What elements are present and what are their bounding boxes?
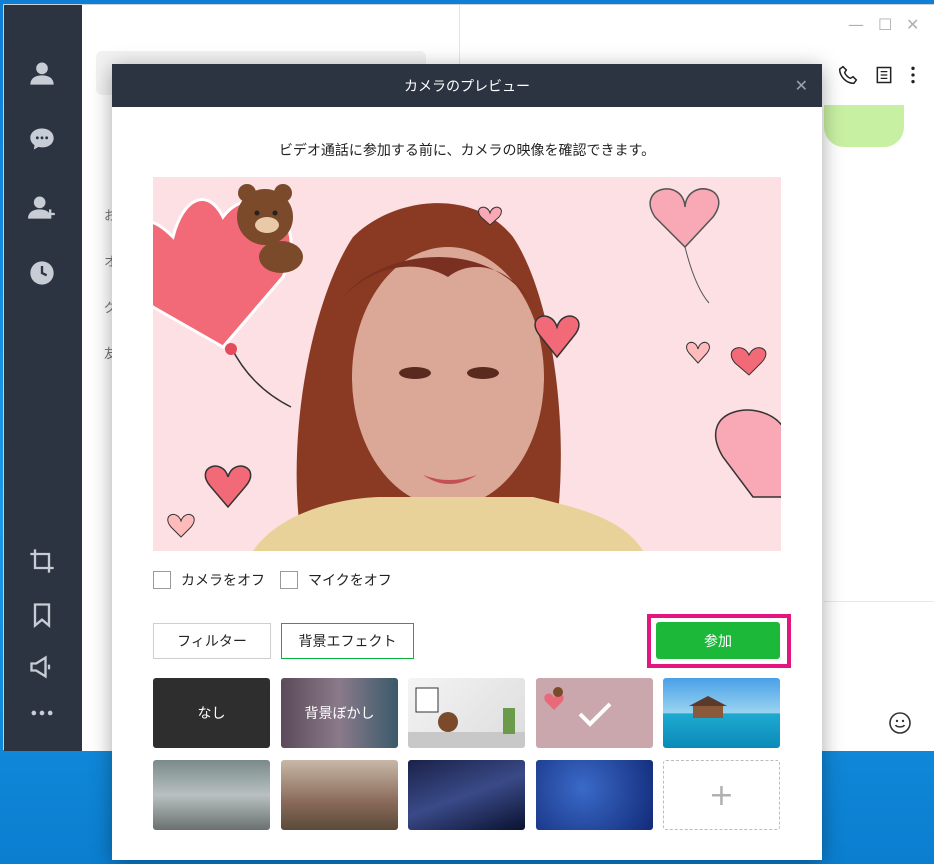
bookmark-icon[interactable]	[26, 599, 58, 631]
bg-none-thumb[interactable]: なし	[153, 678, 270, 748]
note-icon[interactable]	[874, 65, 894, 85]
camera-preview-dialog: カメラのプレビュー ✕ ビデオ通話に参加する前に、カメラの映像を確認できます。	[112, 64, 822, 860]
message-bubble	[824, 105, 904, 147]
dialog-title: カメラのプレビュー	[404, 78, 530, 95]
bg-heart-thumb[interactable]	[536, 678, 653, 748]
announcement-icon[interactable]	[26, 651, 58, 683]
sidebar	[4, 5, 82, 751]
camera-off-toggle[interactable]: カメラをオフ	[153, 570, 265, 590]
mic-off-label: マイクをオフ	[308, 573, 392, 589]
bg-blur-thumb[interactable]: 背景ぼかし	[281, 678, 398, 748]
more-icon[interactable]	[26, 697, 58, 729]
camera-off-label: カメラをオフ	[181, 573, 265, 589]
bg-cafe-thumb[interactable]	[153, 760, 270, 830]
close-icon[interactable]: ✕	[795, 76, 808, 95]
minimize-icon[interactable]: —	[848, 15, 864, 34]
mic-off-toggle[interactable]: マイクをオフ	[280, 570, 392, 590]
tab-filter[interactable]: フィルター	[153, 623, 271, 659]
add-background-button[interactable]: +	[663, 760, 780, 830]
close-window-icon[interactable]: ✕	[906, 15, 919, 34]
join-button[interactable]: 参加	[656, 622, 780, 659]
phone-icon[interactable]	[838, 65, 858, 85]
add-friend-icon[interactable]	[26, 191, 58, 223]
screenshot-crop-icon[interactable]	[26, 545, 58, 577]
camera-preview	[153, 177, 781, 551]
camera-preview-image	[153, 177, 781, 551]
bg-ocean-thumb[interactable]	[663, 678, 780, 748]
mic-off-checkbox[interactable]	[280, 571, 298, 589]
bg-jellyfish-thumb[interactable]	[536, 760, 653, 830]
dialog-header: カメラのプレビュー ✕	[112, 64, 822, 107]
friends-icon[interactable]	[26, 57, 58, 89]
menu-more-icon[interactable]	[906, 65, 920, 85]
chat-icon[interactable]	[26, 123, 58, 155]
history-icon[interactable]	[26, 257, 58, 289]
tab-background-effect[interactable]: 背景エフェクト	[281, 623, 414, 659]
camera-off-checkbox[interactable]	[153, 571, 171, 589]
bg-room-bear-thumb[interactable]	[408, 678, 525, 748]
emoji-icon[interactable]	[888, 711, 912, 735]
divider	[824, 601, 934, 602]
bg-loft-thumb[interactable]	[281, 760, 398, 830]
maximize-icon[interactable]: ☐	[878, 15, 892, 34]
bg-galaxy-thumb[interactable]	[408, 760, 525, 830]
dialog-description: ビデオ通話に参加する前に、カメラの映像を確認できます。	[278, 143, 656, 159]
